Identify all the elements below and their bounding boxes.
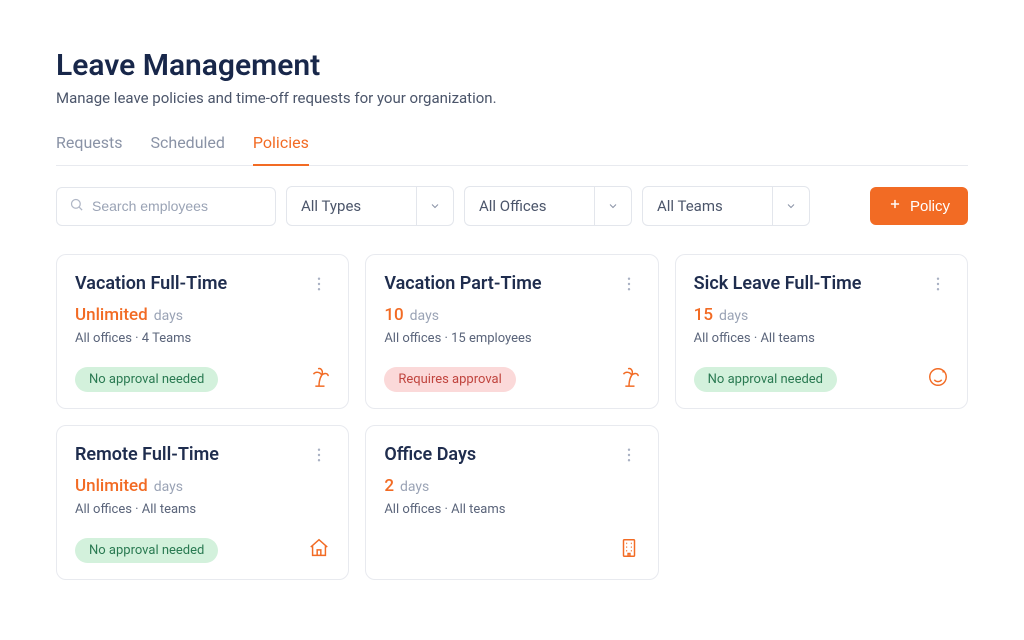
palm-icon <box>618 366 640 392</box>
more-icon[interactable] <box>927 273 949 299</box>
filter-offices[interactable]: All Offices <box>464 186 632 226</box>
policy-title: Remote Full-Time <box>75 444 219 465</box>
tab-policies[interactable]: Policies <box>253 127 309 166</box>
add-policy-label: Policy <box>910 198 950 215</box>
approval-badge: No approval needed <box>75 367 218 392</box>
policy-card[interactable]: Remote Full-Time Unlimited days All offi… <box>56 425 349 580</box>
policy-title: Sick Leave Full-Time <box>694 273 862 294</box>
chevron-down-icon <box>594 187 631 225</box>
policy-scope: All offices · All teams <box>75 502 330 517</box>
page-title: Leave Management <box>56 48 968 83</box>
policy-amount: 10 <box>384 305 403 325</box>
approval-badge: No approval needed <box>75 538 218 563</box>
search-icon <box>69 197 84 216</box>
policy-scope: All offices · All teams <box>384 502 639 517</box>
tab-scheduled[interactable]: Scheduled <box>151 127 225 166</box>
building-icon <box>618 537 640 563</box>
more-icon[interactable] <box>618 273 640 299</box>
policy-unit: days <box>154 479 183 495</box>
policy-unit: days <box>410 308 439 324</box>
search-container <box>56 187 276 226</box>
policy-card[interactable]: Vacation Part-Time 10 days All offices ·… <box>365 254 658 409</box>
policy-title: Vacation Full-Time <box>75 273 227 294</box>
chevron-down-icon <box>416 187 453 225</box>
policy-scope: All offices · 4 Teams <box>75 331 330 346</box>
more-icon[interactable] <box>308 444 330 470</box>
chevron-down-icon <box>772 187 809 225</box>
policy-card[interactable]: Sick Leave Full-Time 15 days All offices… <box>675 254 968 409</box>
policy-title: Vacation Part-Time <box>384 273 541 294</box>
palm-icon <box>308 366 330 392</box>
add-policy-button[interactable]: Policy <box>870 187 968 225</box>
filter-types[interactable]: All Types <box>286 186 454 226</box>
policy-unit: days <box>400 479 429 495</box>
filter-teams[interactable]: All Teams <box>642 186 810 226</box>
policy-amount: Unlimited <box>75 476 148 496</box>
policy-card[interactable]: Office Days 2 days All offices · All tea… <box>365 425 658 580</box>
filter-offices-value: All Offices <box>465 197 594 215</box>
policy-unit: days <box>719 308 748 324</box>
more-icon[interactable] <box>308 273 330 299</box>
plus-icon <box>888 197 902 215</box>
approval-badge: Requires approval <box>384 367 515 392</box>
tab-requests[interactable]: Requests <box>56 127 123 166</box>
tabs: Requests Scheduled Policies <box>56 127 968 166</box>
filter-teams-value: All Teams <box>643 197 772 215</box>
policy-amount: 2 <box>384 476 394 496</box>
policy-title: Office Days <box>384 444 476 465</box>
approval-badge: No approval needed <box>694 367 837 392</box>
sick-icon <box>927 366 949 392</box>
policy-amount: 15 <box>694 305 713 325</box>
home-icon <box>308 537 330 563</box>
policy-card[interactable]: Vacation Full-Time Unlimited days All of… <box>56 254 349 409</box>
policy-scope: All offices · All teams <box>694 331 949 346</box>
policy-scope: All offices · 15 employees <box>384 331 639 346</box>
policy-amount: Unlimited <box>75 305 148 325</box>
filter-types-value: All Types <box>287 197 416 215</box>
more-icon[interactable] <box>618 444 640 470</box>
page-subtitle: Manage leave policies and time-off reque… <box>56 89 968 107</box>
search-input[interactable] <box>92 198 263 214</box>
policy-unit: days <box>154 308 183 324</box>
